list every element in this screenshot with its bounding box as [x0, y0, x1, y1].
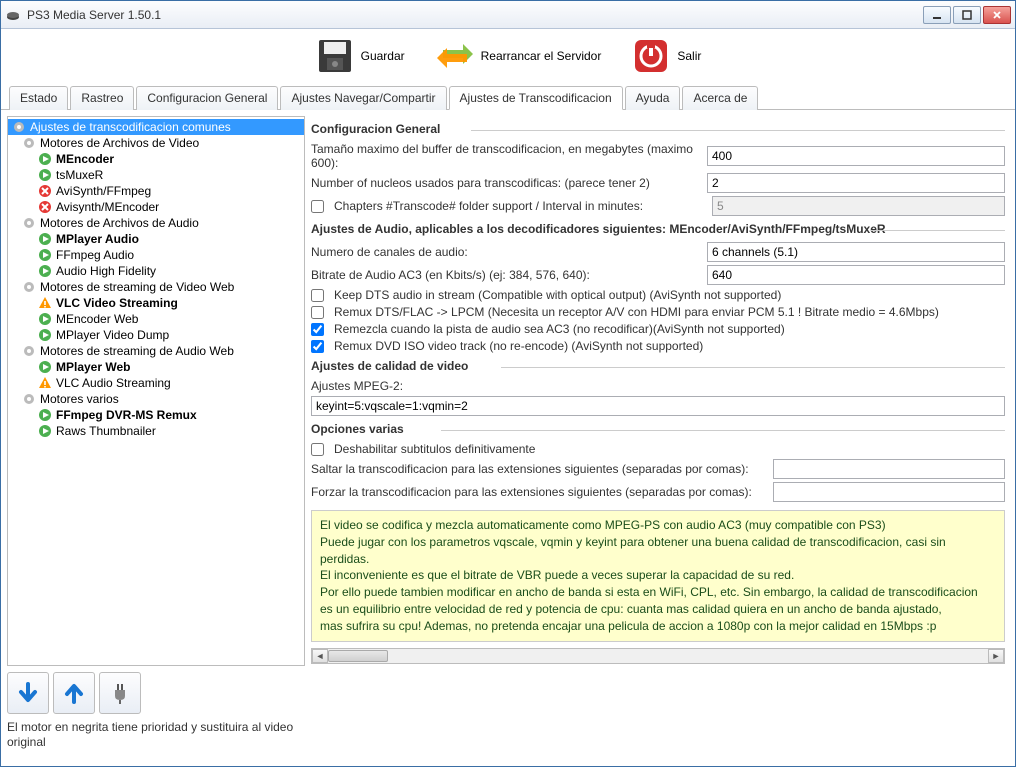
move-up-button[interactable]: [53, 672, 95, 714]
tab-rastreo[interactable]: Rastreo: [70, 86, 134, 110]
chapters-input: [712, 196, 1005, 216]
tree-root-item[interactable]: Ajustes de transcodificacion comunes: [8, 119, 304, 135]
restart-label: Rearrancar el Servidor: [481, 49, 602, 63]
window-title: PS3 Media Server 1.50.1: [27, 8, 923, 22]
channels-input[interactable]: [707, 242, 1005, 262]
close-button[interactable]: [983, 6, 1011, 24]
tree-engine-item[interactable]: MPlayer Video Dump: [8, 327, 304, 343]
tab-bar: Estado Rastreo Configuracion General Aju…: [1, 85, 1015, 110]
tree-engine-item[interactable]: FFmpeg Audio: [8, 247, 304, 263]
remux-dvd-iso-checkbox[interactable]: [311, 340, 324, 353]
disable-subs-checkbox[interactable]: [311, 443, 324, 456]
tree-group[interactable]: Motores varios: [8, 391, 304, 407]
tree-engine-item[interactable]: Audio High Fidelity: [8, 263, 304, 279]
floppy-icon: [315, 36, 355, 76]
skip-ext-input[interactable]: [773, 459, 1005, 479]
section-misc-title: Opciones varias: [311, 422, 1005, 438]
section-video-title: Ajustes de calidad de video: [311, 359, 1005, 375]
keep-dts-label: Keep DTS audio in stream (Compatible wit…: [334, 288, 781, 302]
tree-engine-item[interactable]: AviSynth/FFmpeg: [8, 183, 304, 199]
tree-engine-item[interactable]: MPlayer Web: [8, 359, 304, 375]
tree-engine-item[interactable]: VLC Audio Streaming: [8, 375, 304, 391]
minimize-button[interactable]: [923, 6, 951, 24]
tree-engine-item[interactable]: tsMuxeR: [8, 167, 304, 183]
remix-ac3-label: Remezcla cuando la pista de audio sea AC…: [334, 322, 785, 336]
toggle-engine-button[interactable]: [99, 672, 141, 714]
tree-group[interactable]: Motores de streaming de Audio Web: [8, 343, 304, 359]
power-icon: [631, 36, 671, 76]
cores-label: Number of nucleos usados para transcodif…: [311, 176, 701, 190]
tree-engine-item[interactable]: MPlayer Audio: [8, 231, 304, 247]
save-label: Guardar: [361, 49, 405, 63]
tree-note: El motor en negrita tiene prioridad y su…: [7, 720, 305, 751]
title-bar: PS3 Media Server 1.50.1: [1, 1, 1015, 29]
channels-label: Numero de canales de audio:: [311, 245, 701, 259]
quit-button[interactable]: Salir: [623, 34, 709, 78]
tab-config-general[interactable]: Configuracion General: [136, 86, 278, 110]
chapters-label: Chapters #Transcode# folder support / In…: [334, 199, 706, 213]
tab-navegar-compartir[interactable]: Ajustes Navegar/Compartir: [280, 86, 446, 110]
tree-engine-item[interactable]: Raws Thumbnailer: [8, 423, 304, 439]
remix-ac3-checkbox[interactable]: [311, 323, 324, 336]
scroll-thumb[interactable]: [328, 650, 388, 662]
section-general-title: Configuracion General: [311, 122, 1005, 138]
scroll-left-arrow[interactable]: ◄: [312, 649, 328, 663]
tree-group[interactable]: Motores de Archivos de Audio: [8, 215, 304, 231]
app-icon: [5, 7, 21, 23]
tab-estado[interactable]: Estado: [9, 86, 68, 110]
remux-dts-flac-checkbox[interactable]: [311, 306, 324, 319]
force-ext-label: Forzar la transcodificacion para las ext…: [311, 485, 767, 499]
tree-group[interactable]: Motores de Archivos de Video: [8, 135, 304, 151]
tree-engine-item[interactable]: Avisynth/MEncoder: [8, 199, 304, 215]
remux-dts-flac-label: Remux DTS/FLAC -> LPCM (Necesita un rece…: [334, 305, 939, 319]
skip-ext-label: Saltar la transcodificacion para las ext…: [311, 462, 767, 476]
tree-group[interactable]: Motores de streaming de Video Web: [8, 279, 304, 295]
bitrate-input[interactable]: [707, 265, 1005, 285]
horizontal-scrollbar[interactable]: ◄ ►: [311, 648, 1005, 664]
plug-icon: [107, 680, 133, 706]
maximize-button[interactable]: [953, 6, 981, 24]
mpeg2-label: Ajustes MPEG-2:: [311, 379, 403, 393]
force-ext-input[interactable]: [773, 482, 1005, 502]
app-window: PS3 Media Server 1.50.1 Guardar Rearranc…: [0, 0, 1016, 767]
tab-acerca-de[interactable]: Acerca de: [682, 86, 758, 110]
arrow-up-icon: [61, 680, 87, 706]
save-button[interactable]: Guardar: [307, 34, 413, 78]
settings-panel: Configuracion General Tamaño maximo del …: [311, 116, 1009, 751]
cores-input[interactable]: [707, 173, 1005, 193]
buffer-input[interactable]: [707, 146, 1005, 166]
tree-engine-item[interactable]: FFmpeg DVR-MS Remux: [8, 407, 304, 423]
restart-icon: [435, 36, 475, 76]
toolbar: Guardar Rearrancar el Servidor Salir: [1, 29, 1015, 83]
tree-engine-item[interactable]: MEncoder Web: [8, 311, 304, 327]
keep-dts-checkbox[interactable]: [311, 289, 324, 302]
quit-label: Salir: [677, 49, 701, 63]
tab-ayuda[interactable]: Ayuda: [625, 86, 681, 110]
remux-dvd-iso-label: Remux DVD ISO video track (no re-encode)…: [334, 339, 703, 353]
tab-transcodificacion[interactable]: Ajustes de Transcodificacion: [449, 86, 623, 110]
move-down-button[interactable]: [7, 672, 49, 714]
tree-engine-item[interactable]: VLC Video Streaming: [8, 295, 304, 311]
disable-subs-label: Deshabilitar subtitulos definitivamente: [334, 442, 535, 456]
engine-tree[interactable]: Ajustes de transcodificacion comunesMoto…: [7, 116, 305, 666]
tree-engine-item[interactable]: MEncoder: [8, 151, 304, 167]
restart-button[interactable]: Rearrancar el Servidor: [427, 34, 610, 78]
scroll-right-arrow[interactable]: ►: [988, 649, 1004, 663]
chapters-checkbox[interactable]: [311, 200, 324, 213]
mpeg2-input[interactable]: [311, 396, 1005, 416]
bitrate-label: Bitrate de Audio AC3 (en Kbits/s) (ej: 3…: [311, 268, 701, 282]
buffer-label: Tamaño maximo del buffer de transcodific…: [311, 142, 701, 170]
arrow-down-icon: [15, 680, 41, 706]
section-audio-title: Ajustes de Audio, aplicables a los decod…: [311, 222, 1005, 238]
help-text-box: El video se codifica y mezcla automatica…: [311, 510, 1005, 642]
